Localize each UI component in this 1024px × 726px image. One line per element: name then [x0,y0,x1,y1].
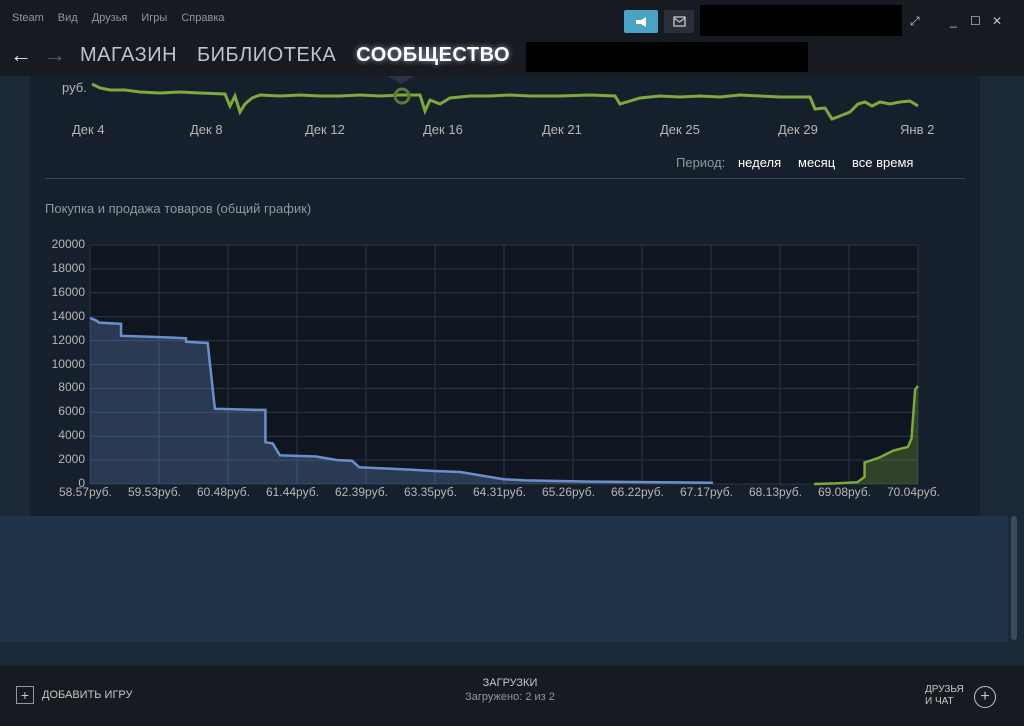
downloads-title[interactable]: ЗАГРУЗКИ [0,677,1020,689]
y-tick-label: 14000 [51,308,85,323]
x-tick-label: 67.17руб. [680,485,733,499]
add-friend-icon[interactable]: + [974,686,996,708]
x-tick-label: 66.22руб. [611,485,664,499]
y-tick-label: 2000 [58,452,85,467]
x-tick-label: 68.13руб. [749,485,802,499]
orders-chart [89,244,919,486]
friends-label-2: И ЧАТ [925,696,954,707]
x-tick-label: 63.35руб. [404,485,457,499]
y-tick-label: 20000 [51,237,85,251]
scrollbar[interactable] [1008,76,1020,642]
content-background [0,516,1008,642]
y-tick-label: 4000 [58,428,85,443]
downloads-status: Загружено: 2 из 2 [465,691,555,703]
x-tick-label: 58.57руб. [59,485,112,499]
scrollbar-thumb[interactable] [1011,516,1017,640]
y-tick-label: 12000 [51,332,85,347]
x-tick-label: 70.04руб. [887,485,940,499]
friends-chat-button[interactable]: ДРУЗЬЯ И ЧАТ [925,684,964,708]
y-tick-label: 18000 [51,260,85,275]
x-tick-label: 62.39руб. [335,485,388,499]
x-tick-label: 60.48руб. [197,485,250,499]
y-tick-label: 16000 [51,284,85,299]
y-tick-label: 8000 [58,380,85,395]
x-tick-label: 59.53руб. [128,485,181,499]
y-tick-label: 6000 [58,404,85,419]
x-tick-label: 65.26руб. [542,485,595,499]
friends-label-1: ДРУЗЬЯ [925,684,964,695]
x-tick-label: 69.08руб. [818,485,871,499]
x-tick-label: 64.31руб. [473,485,526,499]
x-tick-label: 61.44руб. [266,485,319,499]
y-tick-label: 10000 [51,356,85,371]
